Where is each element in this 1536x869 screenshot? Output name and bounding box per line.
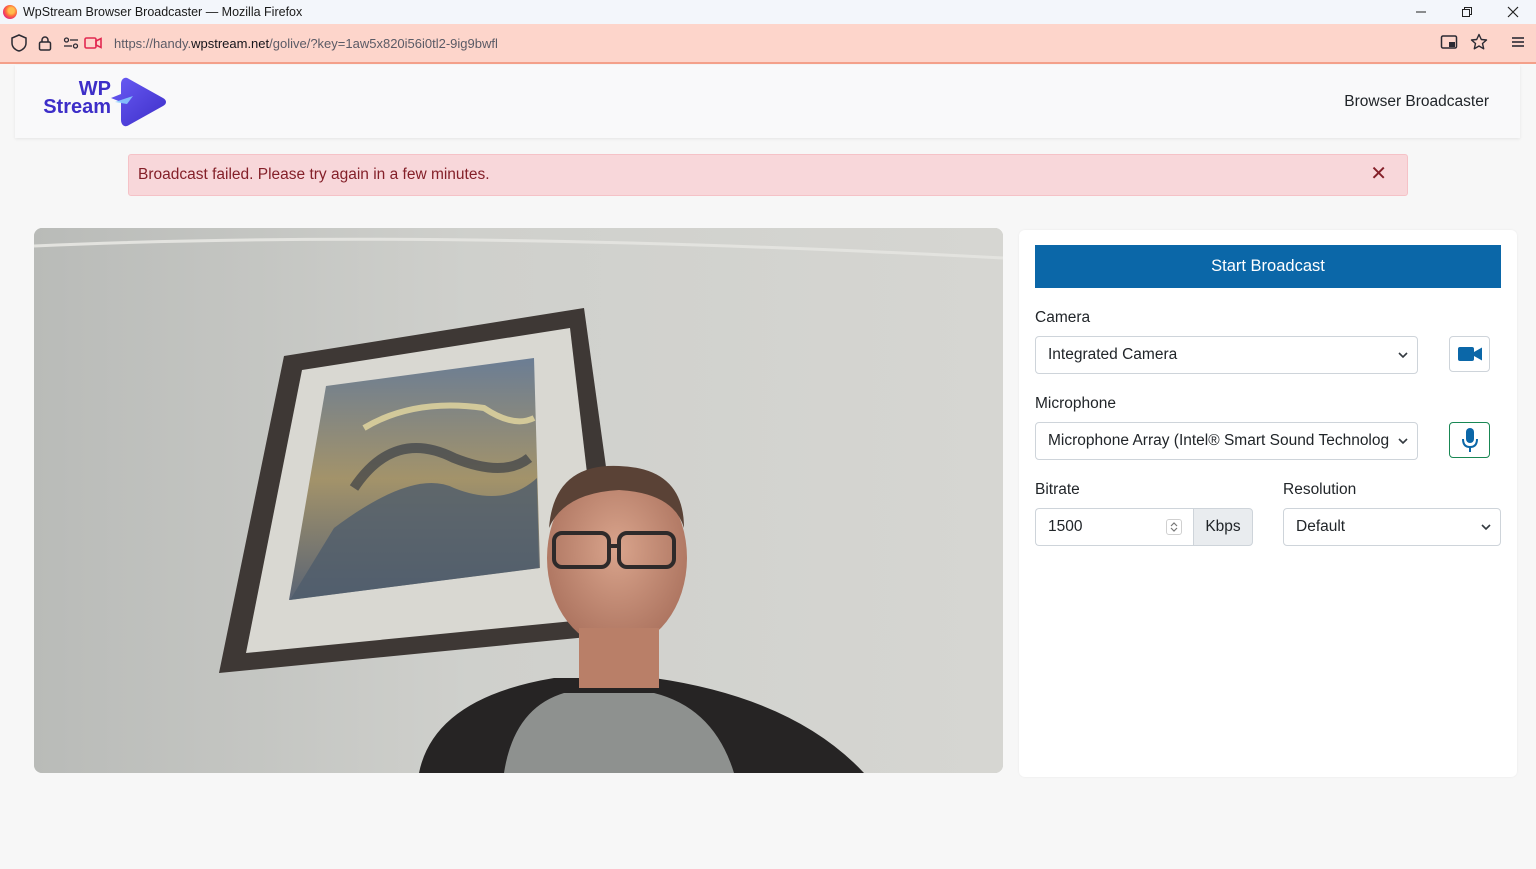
start-broadcast-button[interactable]: Start Broadcast [1035, 245, 1501, 288]
permissions-icon[interactable] [60, 32, 82, 54]
minimize-button[interactable] [1398, 0, 1444, 24]
window-controls [1398, 0, 1536, 24]
chevron-down-icon [1481, 524, 1491, 531]
camera-feed-image [34, 228, 1003, 773]
camera-select-value: Integrated Camera [1048, 346, 1178, 363]
alert-message: Broadcast failed. Please try again in a … [138, 166, 490, 183]
play-logo-icon [111, 77, 166, 127]
wpstream-logo[interactable]: WP Stream [31, 76, 171, 128]
bitrate-spinner[interactable] [1166, 519, 1182, 535]
error-alert: Broadcast failed. Please try again in a … [128, 154, 1408, 196]
minimize-icon [1416, 11, 1426, 13]
alert-close-button[interactable]: ✕ [1370, 164, 1387, 184]
microphone-select[interactable]: Microphone Array (Intel® Smart Sound Tec… [1035, 422, 1418, 460]
url-field[interactable]: https://handy.wpstream.net/golive/?key=1… [114, 36, 498, 51]
restore-icon [1462, 7, 1472, 17]
logo-text: WP Stream [31, 79, 111, 118]
resolution-select[interactable]: Default [1283, 508, 1501, 546]
resolution-label: Resolution [1283, 481, 1357, 498]
bitrate-input[interactable]: 1500 [1035, 508, 1194, 546]
microphone-toggle-button[interactable] [1449, 422, 1490, 458]
camera-select[interactable]: Integrated Camera [1035, 336, 1418, 374]
url-path: /golive/?key=1aw5x820i56i0tl2-9ig9bwfl [269, 35, 498, 51]
logo-line2: Stream [43, 96, 111, 118]
microphone-label: Microphone [1035, 395, 1116, 412]
url-prefix: https://handy. [114, 35, 192, 51]
address-bar: https://handy.wpstream.net/golive/?key=1… [0, 24, 1536, 64]
menu-icon[interactable] [1510, 33, 1526, 56]
broadcast-panel: Start Broadcast Camera Integrated Camera… [1019, 230, 1517, 777]
shield-icon[interactable] [8, 32, 30, 54]
bitrate-unit: Kbps [1193, 508, 1253, 546]
picture-in-picture-icon[interactable] [1440, 33, 1458, 56]
camera-label: Camera [1035, 309, 1091, 326]
bitrate-value: 1500 [1048, 518, 1083, 535]
nav-browser-broadcaster[interactable]: Browser Broadcaster [1344, 93, 1489, 111]
microphone-icon [1461, 428, 1478, 452]
camera-sharing-icon[interactable] [82, 32, 104, 54]
bookmark-star-icon[interactable] [1470, 33, 1488, 56]
firefox-logo-icon [3, 5, 17, 19]
resolution-select-value: Default [1296, 518, 1346, 535]
site-header: WP Stream Browser Broadcaster [15, 65, 1520, 138]
close-icon [1507, 6, 1519, 18]
window-title: WpStream Browser Broadcaster — Mozilla F… [23, 5, 303, 19]
chevron-down-icon [1398, 352, 1408, 359]
chevron-down-icon [1398, 438, 1408, 445]
video-camera-icon [1457, 347, 1482, 361]
camera-preview [34, 228, 1003, 773]
spinner-arrows-icon [1170, 522, 1178, 532]
camera-toggle-button[interactable] [1449, 336, 1490, 372]
url-host: wpstream.net [191, 35, 270, 51]
bitrate-label: Bitrate [1035, 481, 1080, 498]
microphone-select-value: Microphone Array (Intel® Smart Sound Tec… [1048, 432, 1390, 449]
lock-icon[interactable] [34, 32, 56, 54]
close-window-button[interactable] [1490, 0, 1536, 24]
restore-button[interactable] [1444, 0, 1490, 24]
window-titlebar: WpStream Browser Broadcaster — Mozilla F… [0, 0, 1536, 24]
